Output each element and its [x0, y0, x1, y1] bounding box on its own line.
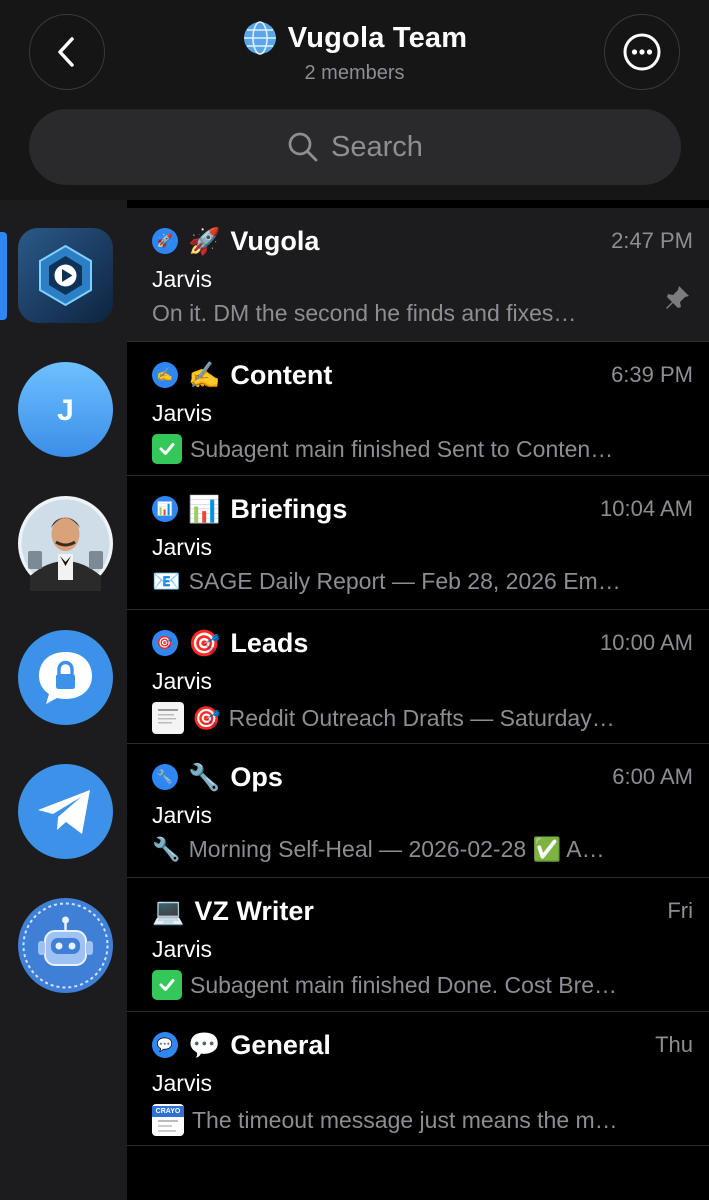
chat-sender: Jarvis: [152, 802, 213, 828]
chat-time: 10:04 AM: [600, 496, 693, 521]
crayo-thumbnail-icon: CRAYO: [152, 1104, 184, 1136]
search-input[interactable]: Search: [29, 109, 681, 185]
page-title: Vugola Team: [287, 21, 468, 54]
chat-list: 🚀 🚀 Vugola 2:47 PM Jarvis On it. DM the …: [127, 208, 709, 1146]
search-icon: [288, 132, 318, 162]
more-options-button[interactable]: [604, 14, 680, 90]
chat-row-ops[interactable]: 🔧 🔧 Ops 6:00 AM Jarvis 🔧 Morning Self-He…: [127, 744, 709, 878]
member-count: 2 members: [304, 62, 405, 84]
title-block[interactable]: Vugola Team 2 members: [0, 20, 709, 85]
chat-name: Ops: [230, 761, 283, 792]
chat-sender: Jarvis: [152, 936, 213, 962]
chat-time: Thu: [655, 1032, 693, 1057]
chat-preview: 📧 SAGE Daily Report — Feb 28, 2026 Em…: [152, 568, 691, 595]
chat-row-general[interactable]: 💬 💬 General Thu Jarvis CRAYO The timeout…: [127, 1012, 709, 1146]
wrench-icon: 🔧: [152, 836, 181, 862]
preview-text: Morning Self-Heal — 2026-02-28 ✅ A…: [188, 836, 605, 862]
speech-bubble-icon: 💬: [188, 1030, 221, 1060]
folder-vugola[interactable]: [18, 228, 113, 323]
topic-badge-icon: 📊: [152, 496, 178, 522]
chat-time: Fri: [667, 898, 693, 923]
chat-sender: Jarvis: [152, 534, 213, 560]
chat-name: Vugola: [230, 225, 320, 256]
preview-text: Reddit Outreach Drafts — Saturday…: [228, 704, 615, 731]
chat-row-briefings[interactable]: 📊 📊 Briefings 10:04 AM Jarvis 📧 SAGE Dai…: [127, 476, 709, 610]
wrench-icon: 🔧: [188, 762, 221, 792]
target-icon: 🎯: [192, 704, 221, 731]
preview-text: Subagent main finished Done. Cost Bre…: [190, 971, 618, 998]
chat-header: Vugola Team 2 members Search: [0, 0, 709, 200]
check-icon: [152, 434, 182, 464]
chat-sender: Jarvis: [152, 668, 213, 694]
check-icon: [152, 970, 182, 1000]
folder-robot[interactable]: [18, 898, 113, 993]
avatar-portrait-icon: [18, 496, 113, 591]
chat-preview: On it. DM the second he finds and fixes…: [152, 300, 649, 327]
chat-preview: Subagent main finished Done. Cost Bre…: [152, 970, 691, 1000]
search-placeholder: Search: [331, 130, 423, 163]
email-icon: 📧: [152, 568, 181, 594]
pin-icon: [666, 286, 689, 309]
chat-row-vugola[interactable]: 🚀 🚀 Vugola 2:47 PM Jarvis On it. DM the …: [127, 208, 709, 342]
chat-time: 10:00 AM: [600, 630, 693, 655]
chat-name: Content: [230, 359, 333, 390]
telegram-plane-icon: [18, 764, 113, 859]
chat-preview: 🎯 Reddit Outreach Drafts — Saturday…: [152, 702, 691, 734]
document-thumbnail-icon: [152, 702, 184, 734]
chat-row-content[interactable]: ✍️ ✍️ Content 6:39 PM Jarvis Subagent ma…: [127, 342, 709, 476]
chat-row-leads[interactable]: 🎯 🎯 Leads 10:00 AM Jarvis 🎯 Reddit Outre…: [127, 610, 709, 744]
chat-sender: Jarvis: [152, 1070, 213, 1096]
ellipsis-icon: [623, 33, 661, 71]
folder-portrait[interactable]: [18, 496, 113, 591]
folder-private[interactable]: [18, 630, 113, 725]
preview-text: Subagent main finished Sent to Conten…: [190, 435, 614, 462]
topic-badge-icon: 🚀: [152, 228, 178, 254]
preview-text: On it. DM the second he finds and fixes…: [152, 300, 577, 326]
writing-hand-icon: ✍️: [188, 360, 221, 390]
topic-badge-icon: ✍️: [152, 362, 178, 388]
folder-avatar-j[interactable]: J: [18, 362, 113, 457]
chat-row-vz-writer[interactable]: 💻 VZ Writer Fri Jarvis Subagent main fin…: [127, 878, 709, 1012]
laptop-icon: 💻: [152, 896, 185, 926]
chat-name: VZ Writer: [194, 895, 314, 926]
chat-preview: CRAYO The timeout message just means the…: [152, 1104, 691, 1136]
topic-badge-icon: 💬: [152, 1032, 178, 1058]
topic-badge-icon: 🔧: [152, 764, 178, 790]
target-icon: 🎯: [188, 628, 221, 658]
topic-badge-icon: 🎯: [152, 630, 178, 656]
crayo-label: CRAYO: [152, 1105, 184, 1117]
chat-time: 6:39 PM: [611, 362, 693, 387]
chat-name: Leads: [230, 627, 309, 658]
chat-sender: Jarvis: [152, 400, 213, 426]
hexagon-play-icon: [18, 228, 113, 323]
chat-sender: Jarvis: [152, 266, 213, 292]
bar-chart-icon: 📊: [188, 494, 221, 524]
chat-time: 6:00 AM: [612, 764, 693, 789]
chat-name: Briefings: [230, 493, 348, 524]
preview-text: SAGE Daily Report — Feb 28, 2026 Em…: [188, 568, 621, 594]
rocket-icon: 🚀: [188, 226, 221, 256]
globe-icon: [243, 21, 276, 55]
robot-icon: [18, 898, 113, 993]
svg-text:J: J: [57, 394, 74, 427]
active-folder-indicator: [0, 232, 7, 320]
avatar-j-icon: J: [18, 362, 113, 457]
chat-preview: 🔧 Morning Self-Heal — 2026-02-28 ✅ A…: [152, 836, 691, 863]
lock-chat-icon: [18, 630, 113, 725]
folder-telegram[interactable]: [18, 764, 113, 859]
chat-time: 2:47 PM: [611, 228, 693, 253]
chat-name: General: [230, 1029, 331, 1060]
preview-text: The timeout message just means the m…: [192, 1106, 618, 1133]
chat-preview: Subagent main finished Sent to Conten…: [152, 434, 691, 464]
